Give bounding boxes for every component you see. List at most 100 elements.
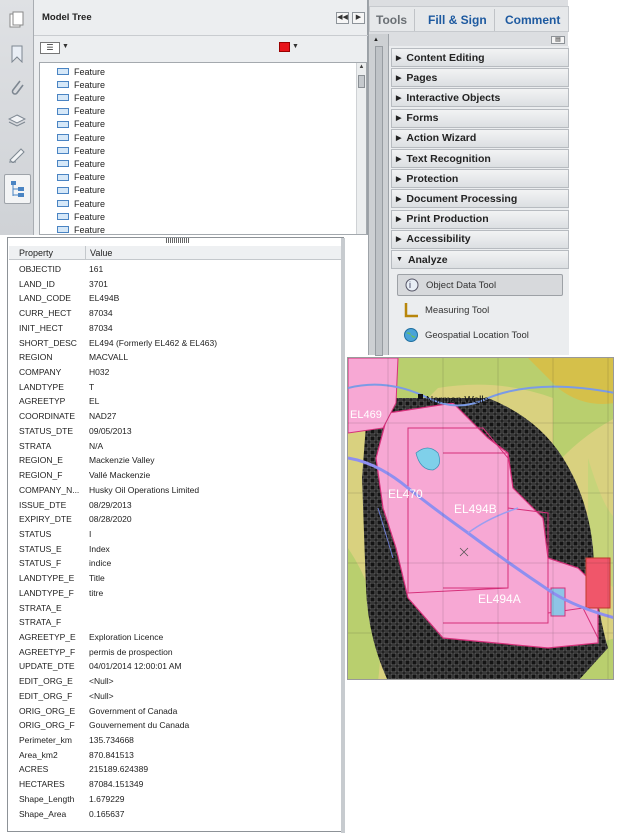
tree-item[interactable]: Feature — [57, 131, 105, 144]
property-row[interactable]: UPDATE_DTE 04/01/2014 12:00:01 AM — [8, 659, 338, 674]
tree-item[interactable]: Feature — [57, 184, 105, 197]
chevron-right-icon: ▶ — [396, 115, 402, 123]
property-row[interactable]: INIT_HECT 87034 — [8, 321, 338, 336]
property-row[interactable]: COMPANY_N... Husky Oil Operations Limited — [8, 483, 338, 498]
property-row[interactable]: SHORT_DESC EL494 (Formerly EL462 & EL463) — [8, 336, 338, 351]
property-row[interactable]: REGION MACVALL — [8, 350, 338, 365]
collapse-left-button[interactable]: ◀◀ — [336, 12, 349, 24]
property-value: 08/28/2020 — [89, 514, 132, 525]
tool-object-data-tool[interactable]: i Object Data Tool — [397, 274, 563, 296]
property-row[interactable]: Area_km2 870.841513 — [8, 748, 338, 763]
section-forms[interactable]: ▶ Forms — [391, 108, 569, 128]
property-row[interactable]: EDIT_ORG_F <Null> — [8, 689, 338, 704]
map-view[interactable]: Norman Wells EL469 EL470 EL494B EL494A — [347, 357, 614, 680]
scroll-up-icon[interactable]: ▲ — [373, 37, 379, 43]
property-row[interactable]: LAND_CODE EL494B — [8, 291, 338, 306]
property-value: MACVALL — [89, 352, 129, 363]
property-row[interactable]: ORIG_ORG_F Gouvernement du Canada — [8, 718, 338, 733]
tree-item[interactable]: Feature — [57, 78, 105, 91]
section-text-recognition[interactable]: ▶ Text Recognition — [391, 149, 569, 168]
property-name: Shape_Length — [19, 793, 75, 804]
section-protection[interactable]: ▶ Protection — [391, 169, 569, 189]
chevron-down-icon[interactable]: ▼ — [292, 43, 299, 50]
property-row[interactable]: ISSUE_DTE 08/29/2013 — [8, 498, 338, 513]
tree-item[interactable]: Feature — [57, 171, 105, 184]
tool-measuring-tool[interactable]: Measuring Tool — [397, 299, 563, 321]
panel-menu-icon[interactable]: ▤ — [551, 36, 565, 44]
section-print-production[interactable]: ▶ Print Production — [391, 209, 569, 229]
color-swatch-button[interactable] — [279, 42, 290, 52]
section-interactive-objects[interactable]: ▶ Interactive Objects — [391, 88, 569, 108]
section-content-editing[interactable]: ▶ Content Editing — [391, 48, 569, 67]
property-row[interactable]: ORIG_ORG_E Government of Canada — [8, 704, 338, 719]
tree-item[interactable]: Feature — [57, 118, 105, 131]
chevron-down-icon[interactable]: ▼ — [62, 43, 69, 50]
tree-item[interactable]: Feature — [57, 223, 105, 234]
property-row[interactable]: LANDTYPE_F titre — [8, 586, 338, 601]
layers-icon[interactable] — [7, 111, 27, 131]
property-row[interactable]: LANDTYPE T — [8, 380, 338, 395]
scroll-up-icon[interactable]: ▲ — [357, 64, 366, 70]
section-label: Content Editing — [406, 51, 485, 64]
property-row[interactable]: STATUS_F indice — [8, 556, 338, 571]
section-action-wizard[interactable]: ▶ Action Wizard — [391, 128, 569, 148]
tree-item[interactable]: Feature — [57, 197, 105, 210]
property-row[interactable]: HECTARES 87084.151349 — [8, 777, 338, 792]
properties-scrollbar[interactable] — [341, 238, 345, 833]
tree-item[interactable]: Feature — [57, 65, 105, 78]
tree-item[interactable]: Feature — [57, 210, 105, 223]
tree-item[interactable]: Feature — [57, 157, 105, 170]
tree-item[interactable]: Feature — [57, 91, 105, 104]
property-row[interactable]: REGION_E Mackenzie Valley — [8, 453, 338, 468]
property-row[interactable]: STATUS_E Index — [8, 542, 338, 557]
attachments-icon[interactable] — [7, 77, 27, 97]
section-analyze[interactable]: ▼ Analyze — [391, 250, 569, 269]
section-accessibility[interactable]: ▶ Accessibility — [391, 229, 569, 249]
property-row[interactable]: AGREETYP EL — [8, 394, 338, 409]
column-header-property[interactable]: Property — [19, 248, 53, 258]
property-value: NAD27 — [89, 411, 117, 422]
property-row[interactable]: CURR_HECT 87034 — [8, 306, 338, 321]
tools-scrollbar[interactable]: ▲ — [369, 34, 389, 356]
tool-geospatial-location-tool[interactable]: Geospatial Location Tool — [397, 324, 563, 346]
property-row[interactable]: STRATA N/A — [8, 439, 338, 454]
property-row[interactable]: COMPANY H032 — [8, 365, 338, 380]
column-header-value[interactable]: Value — [90, 248, 112, 258]
property-row[interactable]: Shape_Area 0.165637 — [8, 807, 338, 822]
property-row[interactable]: OBJECTID 161 — [8, 262, 338, 277]
section-pages[interactable]: ▶ Pages — [391, 68, 569, 88]
signatures-icon[interactable] — [7, 145, 27, 165]
tab-fill-sign[interactable]: Fill & Sign — [428, 13, 487, 27]
property-row[interactable]: ACRES 215189.624389 — [8, 762, 338, 777]
tab-comment[interactable]: Comment — [505, 13, 560, 27]
next-button[interactable]: ▶ — [352, 12, 365, 24]
section-document-processing[interactable]: ▶ Document Processing — [391, 189, 569, 209]
tree-scrollbar[interactable]: ▲ — [356, 63, 366, 234]
property-row[interactable]: Shape_Length 1.679229 — [8, 792, 338, 807]
list-options-icon[interactable]: ☰ — [40, 42, 60, 54]
property-row[interactable]: COORDINATE NAD27 — [8, 409, 338, 424]
tree-item-label: Feature — [74, 198, 106, 209]
property-row[interactable]: EXPIRY_DTE 08/28/2020 — [8, 512, 338, 527]
property-row[interactable]: Perimeter_km 135.734668 — [8, 733, 338, 748]
property-row[interactable]: STATUS I — [8, 527, 338, 542]
scroll-thumb[interactable] — [358, 75, 365, 88]
property-row[interactable]: STRATA_E — [8, 601, 338, 616]
property-row[interactable]: STATUS_DTE 09/05/2013 — [8, 424, 338, 439]
property-row[interactable]: AGREETYP_F permis de prospection — [8, 645, 338, 660]
property-row[interactable]: REGION_F Vallé Mackenzie — [8, 468, 338, 483]
resize-grip[interactable] — [166, 238, 190, 243]
property-row[interactable]: STRATA_F — [8, 615, 338, 630]
model-tree-icon[interactable] — [4, 174, 31, 204]
property-row[interactable]: LAND_ID 3701 — [8, 277, 338, 292]
tab-tools[interactable]: Tools — [376, 13, 407, 27]
bookmarks-icon[interactable] — [7, 44, 27, 64]
tree-item[interactable]: Feature — [57, 144, 105, 157]
scroll-thumb[interactable] — [375, 46, 383, 356]
property-row[interactable]: EDIT_ORG_E <Null> — [8, 674, 338, 689]
property-row[interactable]: AGREETYP_E Exploration Licence — [8, 630, 338, 645]
tree-item[interactable]: Feature — [57, 105, 105, 118]
pages-icon[interactable] — [7, 10, 27, 30]
property-value: EL494 (Formerly EL462 & EL463) — [89, 337, 218, 348]
property-row[interactable]: LANDTYPE_E Title — [8, 571, 338, 586]
